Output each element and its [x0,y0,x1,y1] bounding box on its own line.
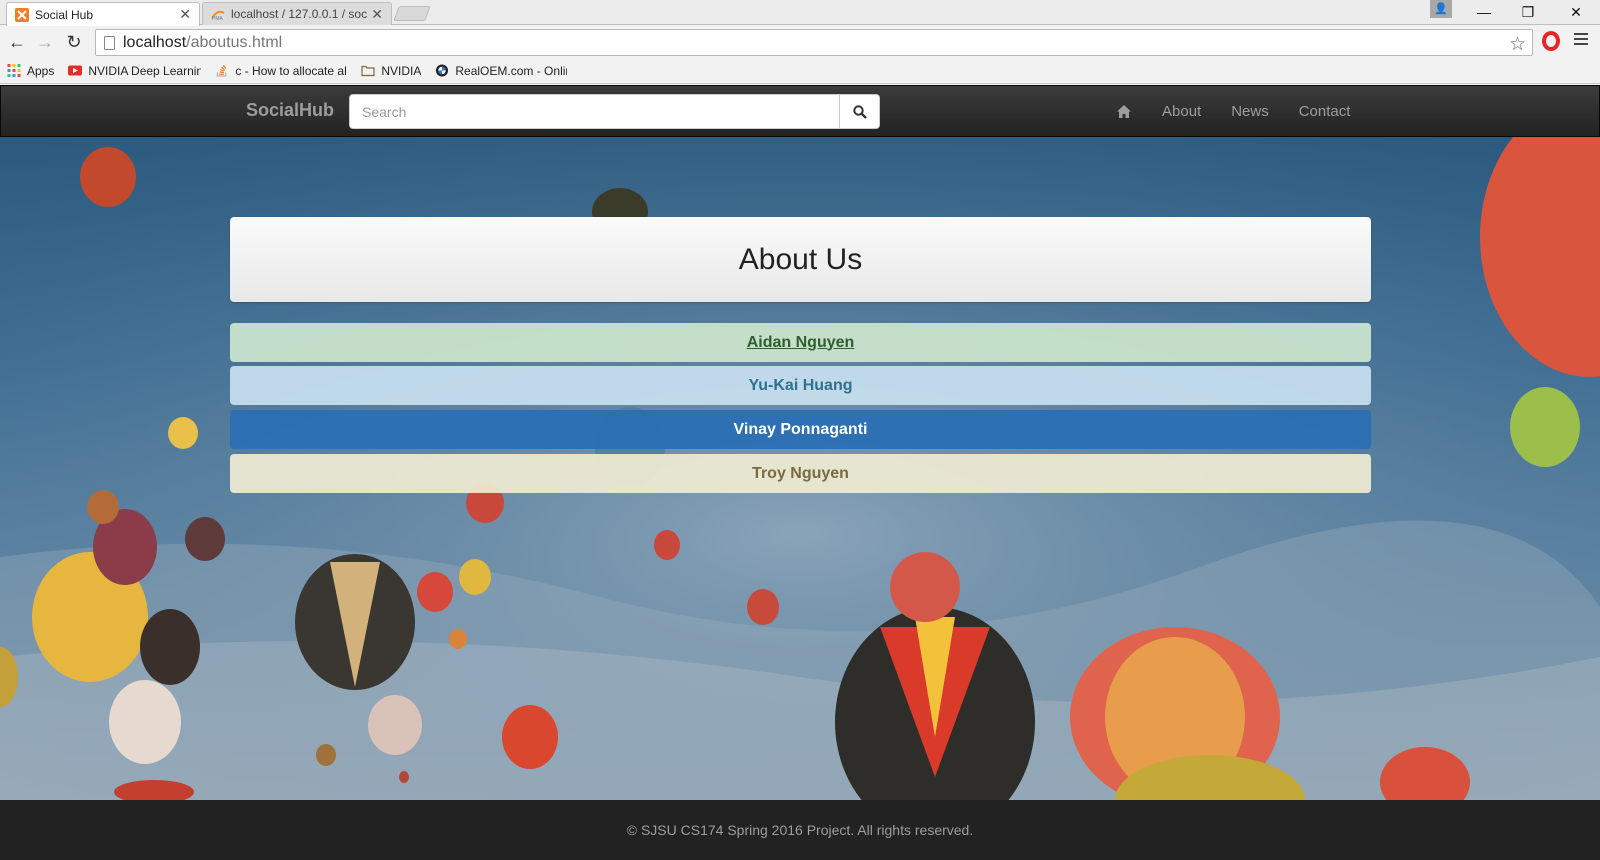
member-aidan-nguyen[interactable]: Aidan Nguyen [230,323,1371,362]
browser-chrome: Social Hub ✕ PMA localhost / 127.0.0.1 /… [0,0,1600,85]
apps-grid-icon [7,64,21,77]
xampp-icon [15,7,29,22]
page-title: About Us [738,242,863,276]
copyright-text: © SJSU CS174 Spring 2016 Project. All ri… [626,822,974,838]
url-host: localhost [123,33,187,51]
nav-contact-link[interactable]: Contact [1284,103,1366,120]
home-icon[interactable] [1101,104,1147,119]
tab-title: Social Hub [35,7,94,22]
address-bar[interactable]: localhost/aboutus.html ☆ [95,29,1533,56]
member-yu-kai-huang[interactable]: Yu-Kai Huang [230,366,1371,405]
site-brand[interactable]: SocialHub [246,100,334,121]
bookmark-realoem[interactable]: RealOEM.com - Onlin [435,64,567,78]
bookmark-stackoverflow[interactable]: c - How to allocate al [215,64,347,78]
site-navbar: SocialHub About News Contact [0,85,1600,137]
reload-icon[interactable]: ↻ [62,30,86,54]
menu-icon[interactable] [1574,33,1588,48]
bookmark-label: NVIDIA [381,63,422,78]
search-button[interactable] [840,94,880,129]
minimize-icon[interactable]: — [1462,0,1506,24]
member-vinay-ponnaganti[interactable]: Vinay Ponnaganti [230,410,1371,449]
bookmark-star-icon[interactable]: ☆ [1509,33,1526,56]
hot-air-balloon-background: About Us Aidan Nguyen Yu-Kai Huang Vinay… [0,137,1600,800]
new-tab-button[interactable] [393,6,431,21]
opera-extension-icon[interactable] [1542,31,1560,51]
close-tab-icon[interactable]: ✕ [371,6,383,23]
url-path: /aboutus.html [186,33,283,51]
site-footer: © SJSU CS174 Spring 2016 Project. All ri… [0,800,1600,860]
search-form [349,94,880,129]
nav-news-link[interactable]: News [1216,103,1284,120]
tab-social-hub[interactable]: Social Hub ✕ [6,2,200,26]
phpmyadmin-icon: PMA [211,10,225,21]
bookmark-nvidia-folder[interactable]: NVIDIA [361,64,421,78]
web-page: SocialHub About News Contact [0,85,1600,860]
back-icon[interactable]: ← [5,30,29,54]
browser-toolbar: ← → ↻ localhost/aboutus.html ☆ [0,26,1600,58]
forward-icon[interactable]: → [33,30,57,54]
tab-phpmyadmin[interactable]: PMA localhost / 127.0.0.1 / soc ✕ [202,2,392,25]
restore-icon[interactable]: ❐ [1506,0,1550,24]
member-troy-nguyen[interactable]: Troy Nguyen [230,454,1371,493]
about-header-panel: About Us [230,217,1371,302]
bookmark-label: c - How to allocate al [235,63,347,78]
page-icon [104,35,115,50]
close-window-icon[interactable]: ✕ [1554,0,1598,24]
profile-icon[interactable]: 👤 [1430,0,1452,18]
bookmark-label: Apps [27,63,55,78]
tab-title: localhost / 127.0.0.1 / soc [231,7,368,21]
youtube-icon [68,65,83,76]
bookmarks-bar: Apps NVIDIA Deep Learning c - How to all… [0,58,1600,84]
bookmark-nvidia-deep-learning[interactable]: NVIDIA Deep Learning [68,64,201,78]
nav-links: About News Contact [1101,86,1365,136]
nav-about-link[interactable]: About [1147,103,1216,120]
search-icon [852,104,867,119]
stackoverflow-icon [217,65,227,77]
bookmark-label: RealOEM.com - Onlin [455,63,568,78]
bmw-icon [436,64,449,77]
bookmark-apps[interactable]: Apps [7,64,54,78]
close-tab-icon[interactable]: ✕ [179,6,191,23]
tab-strip: Social Hub ✕ PMA localhost / 127.0.0.1 /… [0,0,1600,26]
folder-icon [361,65,375,77]
svg-text:PMA: PMA [212,16,224,21]
search-input[interactable] [349,94,840,129]
bookmark-label: NVIDIA Deep Learning [88,63,202,78]
